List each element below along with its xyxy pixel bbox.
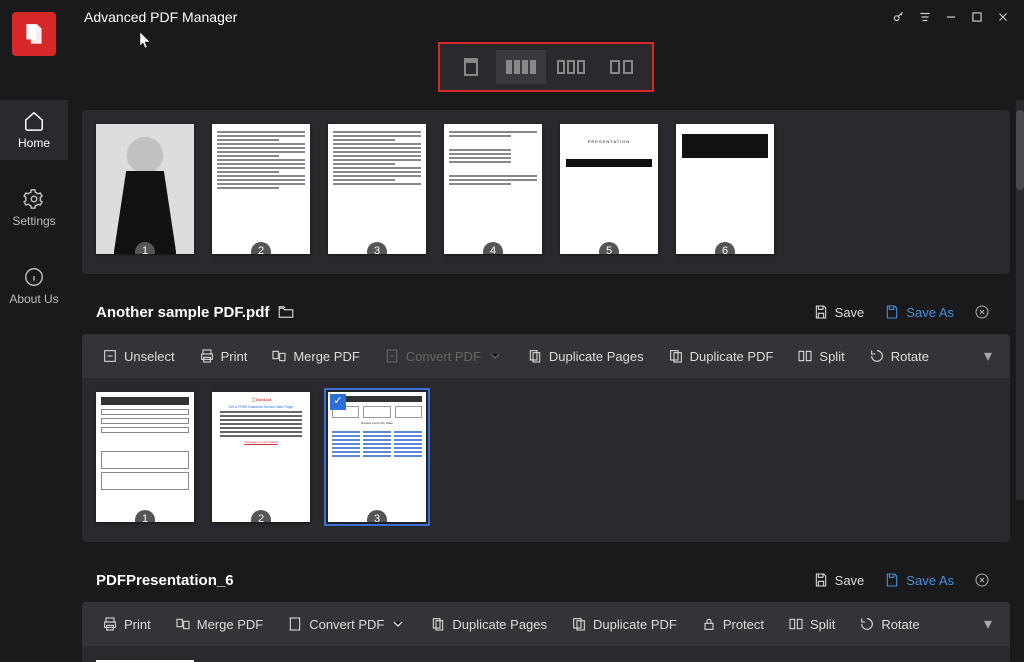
close-button[interactable] [990,4,1016,30]
save-icon [813,304,829,320]
unselect-button[interactable]: Unselect [92,342,185,370]
page-thumbnail[interactable]: 1 [96,392,194,522]
view-mode-toggle [438,42,654,92]
sidebar-label-home: Home [18,136,50,150]
save-button[interactable]: Save [807,568,871,592]
page-number: 2 [251,242,271,254]
page-thumbnail[interactable]: 2 [212,124,310,254]
document-header: Another sample PDF.pdf Save Save As [82,290,1010,334]
document-section-1: 1 2 3 4 PRESENTATION5 6 [82,110,1010,274]
page-thumbnail[interactable]: PRESENTATION5 [560,124,658,254]
mouse-cursor [140,32,152,50]
page-thumbnail[interactable]: 4 [444,124,542,254]
split-button[interactable]: Split [778,610,845,638]
page-number: 2 [251,510,271,522]
app-title: Advanced PDF Manager [84,9,237,25]
merge-pdf-button[interactable]: Merge PDF [165,610,273,638]
merge-pdf-button[interactable]: Merge PDF [261,342,369,370]
maximize-button[interactable] [964,4,990,30]
page-thumbnail[interactable]: 📋DunListGet a FREE Business Service Web … [212,392,310,522]
save-as-icon [884,572,900,588]
view-single-button[interactable] [446,50,496,84]
document-toolbar: Unselect Print Merge PDF Convert PDF Dup… [82,334,1010,378]
minimize-button[interactable] [938,4,964,30]
open-folder-icon[interactable] [277,303,295,321]
pages-row: 1 📋DunListGet a FREE Business Service We… [82,378,1010,542]
split-button[interactable]: Split [787,342,854,370]
protect-button[interactable]: Protect [691,610,774,638]
document-title: Another sample PDF.pdf [96,304,269,321]
document-section-2: Another sample PDF.pdf Save Save As Unse… [82,290,1010,542]
pages-row [82,646,1010,662]
page-number: 6 [715,242,735,254]
close-document-button[interactable] [968,300,996,324]
view-three-button[interactable] [546,50,596,84]
toolbar-more-button[interactable]: ▾ [976,610,1000,638]
document-header: PDFPresentation_6 Save Save As [82,558,1010,602]
save-as-button[interactable]: Save As [878,568,960,592]
save-as-button[interactable]: Save As [878,300,960,324]
toolbar-more-button[interactable]: ▾ [976,342,1000,370]
convert-pdf-button[interactable]: Convert PDF [277,610,416,638]
page-thumbnail[interactable]: 6 [676,124,774,254]
pages-row: 1 2 3 4 PRESENTATION5 6 [82,110,1010,274]
save-as-icon [884,304,900,320]
close-icon [974,304,990,320]
info-icon [23,266,45,288]
home-icon [23,110,45,132]
scrollbar[interactable] [1016,100,1024,500]
sidebar-item-home[interactable]: Home [0,100,68,160]
document-section-3: PDFPresentation_6 Save Save As Print Mer… [82,558,1010,662]
scrollbar-thumb[interactable] [1016,110,1024,190]
page-thumbnail[interactable]: ✓Browse Forms By State3 [328,392,426,522]
page-thumbnail[interactable]: 1 [96,124,194,254]
menu-icon[interactable] [912,4,938,30]
page-number: 3 [367,242,387,254]
close-document-button[interactable] [968,568,996,592]
selected-check-icon: ✓ [330,394,346,410]
app-logo [12,12,56,56]
chevron-down-icon [390,616,406,632]
close-icon [974,572,990,588]
sidebar: Home Settings About Us [0,100,68,316]
sidebar-item-about[interactable]: About Us [0,256,68,316]
rotate-button[interactable]: Rotate [859,342,939,370]
duplicate-pages-button[interactable]: Duplicate Pages [517,342,654,370]
convert-pdf-button[interactable]: Convert PDF [374,342,513,370]
page-thumbnail[interactable]: 3 [328,124,426,254]
duplicate-pdf-button[interactable]: Duplicate PDF [561,610,687,638]
print-button[interactable]: Print [189,342,258,370]
duplicate-pdf-button[interactable]: Duplicate PDF [658,342,784,370]
save-icon [813,572,829,588]
lock-icon [701,616,717,632]
document-title: PDFPresentation_6 [96,572,234,589]
print-button[interactable]: Print [92,610,161,638]
rotate-button[interactable]: Rotate [849,610,929,638]
sidebar-label-settings: Settings [12,214,55,228]
view-two-button[interactable] [596,50,646,84]
page-number: 5 [599,242,619,254]
document-toolbar: Print Merge PDF Convert PDF Duplicate Pa… [82,602,1010,646]
gear-icon [23,188,45,210]
view-four-button[interactable] [496,50,546,84]
page-number: 4 [483,242,503,254]
chevron-down-icon [487,348,503,364]
sidebar-label-about: About Us [9,292,58,306]
page-number: 1 [135,510,155,522]
page-number: 3 [367,510,387,522]
save-button[interactable]: Save [807,300,871,324]
key-icon[interactable] [886,4,912,30]
titlebar: Advanced PDF Manager [0,0,1024,34]
main-content: 1 2 3 4 PRESENTATION5 6 Another sample P… [68,34,1024,662]
duplicate-pages-button[interactable]: Duplicate Pages [420,610,557,638]
sidebar-item-settings[interactable]: Settings [0,178,68,238]
